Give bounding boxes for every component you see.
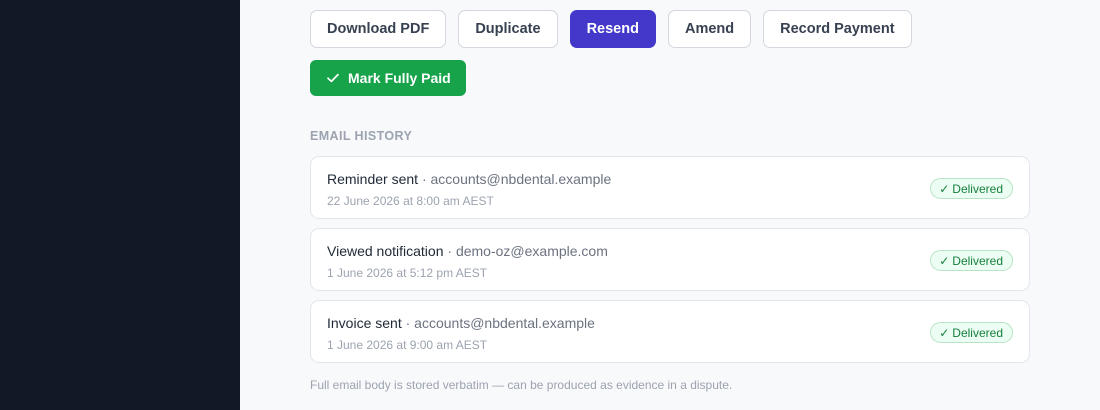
check-icon: ✓: [939, 253, 950, 268]
check-icon: ✓: [939, 181, 950, 196]
email-history-summary: Invoice sent · accounts@nbdental.example: [327, 315, 595, 331]
status-label: Delivered: [952, 181, 1003, 196]
email-recipient: accounts@nbdental.example: [430, 171, 612, 187]
email-recipient: accounts@nbdental.example: [414, 315, 595, 331]
invoice-actions-toolbar: Download PDF Duplicate Resend Amend Reco…: [310, 10, 912, 48]
separator: ·: [421, 171, 427, 187]
separator: ·: [405, 315, 411, 331]
status-label: Delivered: [952, 253, 1003, 268]
check-icon: ✓: [939, 325, 950, 340]
duplicate-button[interactable]: Duplicate: [458, 10, 558, 48]
email-recipient: demo-oz@example.com: [455, 243, 608, 259]
status-label: Delivered: [952, 325, 1003, 340]
mark-fully-paid-label: Mark Fully Paid: [348, 70, 451, 86]
delivered-status-badge: ✓ Delivered: [930, 322, 1013, 343]
email-history-list: Reminder sent · accounts@nbdental.exampl…: [310, 156, 1030, 363]
email-history-summary: Viewed notification · demo-oz@example.co…: [327, 243, 608, 259]
email-event-type: Reminder sent: [327, 171, 419, 187]
delivered-status-badge: ✓ Delivered: [930, 178, 1013, 199]
email-timestamp: 1 June 2026 at 5:12 pm AEST: [327, 266, 488, 280]
separator: ·: [447, 243, 453, 259]
email-timestamp: 22 June 2026 at 8:00 am AEST: [327, 194, 494, 208]
sidebar: [0, 0, 240, 410]
email-history-item[interactable]: Invoice sent · accounts@nbdental.example…: [310, 300, 1030, 363]
download-pdf-button[interactable]: Download PDF: [310, 10, 447, 48]
resend-button[interactable]: Resend: [569, 10, 656, 48]
email-history-item[interactable]: Viewed notification · demo-oz@example.co…: [310, 228, 1030, 291]
email-event-type: Viewed notification: [327, 243, 444, 259]
email-history-summary: Reminder sent · accounts@nbdental.exampl…: [327, 171, 611, 187]
email-timestamp: 1 June 2026 at 9:00 am AEST: [327, 338, 488, 352]
delivered-status-badge: ✓ Delivered: [930, 250, 1013, 271]
email-history-item[interactable]: Reminder sent · accounts@nbdental.exampl…: [310, 156, 1030, 219]
check-icon: [326, 71, 340, 85]
email-event-type: Invoice sent: [327, 315, 402, 331]
email-history-footnote: Full email body is stored verbatim — can…: [310, 378, 733, 392]
record-payment-button[interactable]: Record Payment: [763, 10, 912, 48]
mark-fully-paid-button[interactable]: Mark Fully Paid: [310, 60, 466, 96]
amend-button[interactable]: Amend: [667, 10, 752, 48]
email-history-heading: EMAIL HISTORY: [310, 129, 413, 143]
